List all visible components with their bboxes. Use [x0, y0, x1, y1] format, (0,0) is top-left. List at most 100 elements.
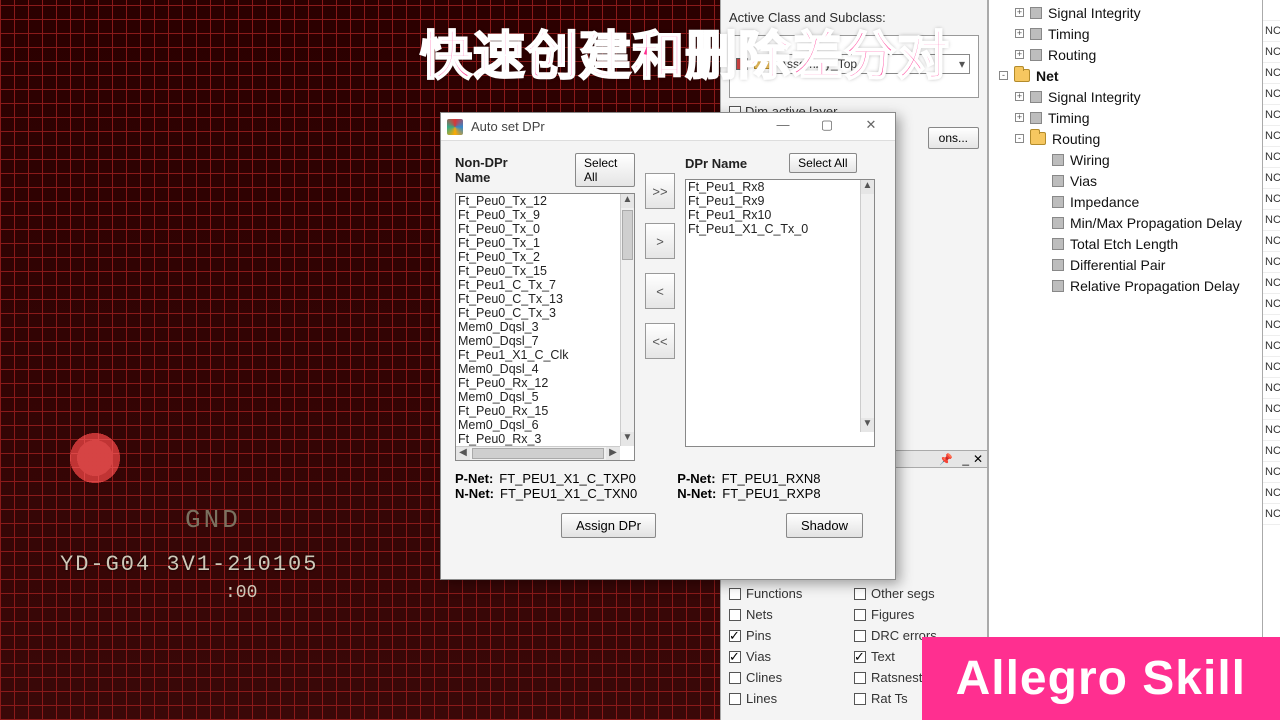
constraint-tree[interactable]: +Signal Integrity+Timing+Routing-Net+Sig…	[989, 0, 1280, 296]
list-item[interactable]: Mem0_Dqsl_7	[458, 334, 620, 348]
list-item[interactable]: Ft_Peu0_Tx_12	[458, 194, 620, 208]
dialog-title: Auto set DPr	[471, 119, 757, 134]
tree-item[interactable]: -Net	[993, 65, 1280, 86]
find-filter-vias[interactable]: Vias	[729, 649, 854, 664]
tree-item[interactable]: Total Etch Length	[993, 233, 1280, 254]
find-filter-other-segs[interactable]: Other segs	[854, 586, 979, 601]
move-all-left-button[interactable]: <<	[645, 323, 675, 359]
hscrollbar[interactable]: ◀▶	[456, 446, 620, 460]
move-right-button[interactable]: >	[645, 223, 675, 259]
find-filter-lines[interactable]: Lines	[729, 691, 854, 706]
checkbox[interactable]	[854, 693, 866, 705]
find-filter-nets[interactable]: Nets	[729, 607, 854, 622]
tree-item[interactable]: Vias	[993, 170, 1280, 191]
list-item[interactable]: Mem0_Dqsl_6	[458, 418, 620, 432]
find-filter-functions[interactable]: Functions	[729, 586, 854, 601]
tree-item-label: Wiring	[1070, 152, 1110, 168]
tree-item-label: Net	[1036, 68, 1059, 84]
tree-item-label: Timing	[1048, 110, 1090, 126]
list-item[interactable]: Ft_Peu1_Rx9	[688, 194, 860, 208]
list-item[interactable]: Ft_Peu0_Tx_9	[458, 208, 620, 222]
dpr-listbox[interactable]: Ft_Peu1_Rx8Ft_Peu1_Rx9Ft_Peu1_Rx10Ft_Peu…	[685, 179, 875, 447]
shadow-button[interactable]: Shadow	[786, 513, 863, 538]
list-item[interactable]: Ft_Peu1_Rx10	[688, 208, 860, 222]
tree-item[interactable]: Impedance	[993, 191, 1280, 212]
list-item[interactable]: Ft_Peu0_C_Tx_13	[458, 292, 620, 306]
vscrollbar[interactable]: ▲▼	[860, 180, 874, 432]
checkbox[interactable]	[854, 609, 866, 621]
list-item[interactable]: Ft_Peu0_Rx_12	[458, 376, 620, 390]
checkbox[interactable]	[854, 672, 866, 684]
tree-item[interactable]: Min/Max Propagation Delay	[993, 212, 1280, 233]
nnet-right-val: FT_PEU1_RXP8	[722, 486, 820, 501]
list-item[interactable]: Ft_Peu0_Rx_15	[458, 404, 620, 418]
silkscreen-gnd: GND	[185, 505, 241, 535]
list-item[interactable]: Mem0_Dqsl_5	[458, 390, 620, 404]
non-dpr-listbox[interactable]: Ft_Peu0_Tx_12Ft_Peu0_Tx_9Ft_Peu0_Tx_0Ft_…	[455, 193, 635, 461]
move-all-right-button[interactable]: >>	[645, 173, 675, 209]
checkbox[interactable]	[729, 588, 741, 600]
checkbox[interactable]	[729, 672, 741, 684]
list-item[interactable]: Mem0_Dqsl_3	[458, 320, 620, 334]
worksheet-icon	[1052, 154, 1064, 166]
tree-item[interactable]: +Timing	[993, 23, 1280, 44]
tree-item[interactable]: +Signal Integrity	[993, 2, 1280, 23]
minimize-button[interactable]: —	[765, 117, 801, 137]
checkbox[interactable]	[854, 588, 866, 600]
assign-dpr-button[interactable]: Assign DPr	[561, 513, 656, 538]
brand-watermark: Allegro Skill	[922, 637, 1280, 720]
worksheet-icon	[1052, 217, 1064, 229]
tree-item[interactable]: +Signal Integrity	[993, 86, 1280, 107]
find-filter-clines[interactable]: Clines	[729, 670, 854, 685]
nnet-right-key: N-Net:	[677, 486, 716, 501]
dialog-titlebar[interactable]: Auto set DPr — ▢ ✕	[441, 113, 895, 141]
list-item[interactable]: Ft_Peu0_Tx_2	[458, 250, 620, 264]
auto-set-dpr-dialog: Auto set DPr — ▢ ✕ Non-DPr Name Select A…	[440, 112, 896, 580]
tree-item[interactable]: Differential Pair	[993, 254, 1280, 275]
checkbox[interactable]	[729, 630, 741, 642]
maximize-button[interactable]: ▢	[809, 117, 845, 137]
find-filter-pins[interactable]: Pins	[729, 628, 854, 643]
checkbox[interactable]	[729, 651, 741, 663]
list-item[interactable]: Ft_Peu0_Rx_3	[458, 432, 620, 446]
list-item[interactable]: Ft_Peu1_Rx8	[688, 180, 860, 194]
move-left-button[interactable]: <	[645, 273, 675, 309]
pin-icon[interactable]: 📌	[939, 453, 953, 466]
select-all-right-button[interactable]: Select All	[789, 153, 856, 173]
worksheet-icon	[1030, 28, 1042, 40]
close-button[interactable]: ✕	[853, 117, 889, 137]
worksheet-icon	[1052, 280, 1064, 292]
tree-item[interactable]: +Routing	[993, 44, 1280, 65]
tree-item-label: Routing	[1052, 131, 1100, 147]
list-item[interactable]: Ft_Peu0_Tx_0	[458, 222, 620, 236]
close-icon[interactable]: ✕	[973, 452, 983, 466]
worksheet-icon	[1030, 7, 1042, 19]
checkbox[interactable]	[854, 651, 866, 663]
list-item[interactable]: Ft_Peu1_C_Tx_7	[458, 278, 620, 292]
list-item[interactable]: Ft_Peu1_X1_C_Tx_0	[688, 222, 860, 236]
checkbox[interactable]	[854, 630, 866, 642]
worksheet-icon	[1052, 238, 1064, 250]
list-item[interactable]: Mem0_Dqsl_4	[458, 362, 620, 376]
worksheet-icon	[1030, 49, 1042, 61]
options-button[interactable]: ons...	[928, 127, 979, 149]
vscrollbar[interactable]: ▲▼	[620, 194, 634, 446]
tree-item[interactable]: Relative Propagation Delay	[993, 275, 1280, 296]
list-item[interactable]: Ft_Peu0_C_Tx_3	[458, 306, 620, 320]
tree-item[interactable]: +Timing	[993, 107, 1280, 128]
list-item[interactable]: Ft_Peu1_X1_C_Clk	[458, 348, 620, 362]
tree-item[interactable]: -Routing	[993, 128, 1280, 149]
minimize-icon[interactable]: _	[962, 452, 969, 466]
tree-item-label: Total Etch Length	[1070, 236, 1178, 252]
list-item[interactable]: Ft_Peu0_Tx_1	[458, 236, 620, 250]
tree-item[interactable]: Wiring	[993, 149, 1280, 170]
list-item[interactable]: Ft_Peu0_Tx_15	[458, 264, 620, 278]
tree-item-label: Relative Propagation Delay	[1070, 278, 1240, 294]
select-all-left-button[interactable]: Select All	[575, 153, 635, 187]
checkbox[interactable]	[729, 693, 741, 705]
checkbox[interactable]	[729, 609, 741, 621]
constraint-tree-pane: +Signal Integrity+Timing+Routing-Net+Sig…	[988, 0, 1280, 720]
find-filter-figures[interactable]: Figures	[854, 607, 979, 622]
folder-icon	[1030, 132, 1046, 145]
worksheet-icon	[1030, 112, 1042, 124]
